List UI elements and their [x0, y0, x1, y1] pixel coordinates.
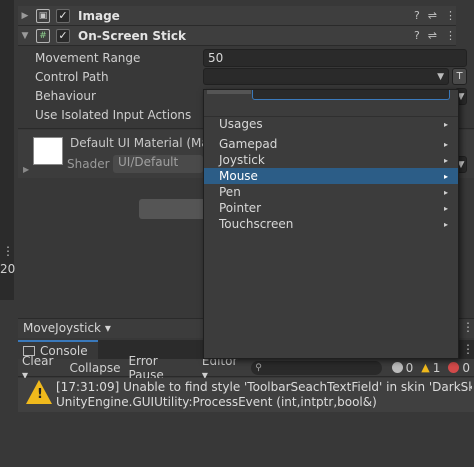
console-search-field[interactable]: ⚲ — [251, 360, 382, 375]
popup-item-label: Joystick — [219, 153, 265, 167]
foldout-arrow-icon[interactable]: ▶ — [18, 11, 32, 21]
shader-dropdown[interactable]: UI/Default — [113, 155, 203, 173]
popup-item-mouse[interactable]: Mouse ▸ — [204, 168, 458, 184]
popup-item-label: Usages — [219, 117, 263, 131]
popup-item-joystick[interactable]: Joystick ▸ — [204, 152, 458, 168]
movement-range-label: Movement Range — [35, 51, 141, 65]
text-mode-button[interactable]: T — [452, 68, 467, 85]
popup-search-field[interactable] — [252, 90, 450, 100]
stick-enabled-checkbox[interactable]: ✓ — [56, 28, 70, 43]
stick-component-title: On-Screen Stick — [78, 28, 186, 43]
warning-icon-mark: ! — [37, 387, 43, 402]
more-menu-icon[interactable]: ⋮ — [445, 9, 456, 22]
material-foldout-icon[interactable]: ▶ — [23, 165, 29, 174]
submenu-arrow-icon: ▸ — [443, 219, 448, 229]
popup-item-gamepad[interactable]: Gamepad ▸ — [204, 136, 458, 152]
log-count: 0 — [405, 360, 414, 375]
console-toolbar: Clear ▾ Collapse Error Pause Editor ▾ ⚲ … — [18, 354, 474, 382]
image-component-header[interactable]: ▶ ▣ ✓ Image ? ⇌ ⋮ — [18, 6, 456, 26]
popup-item-touchscreen[interactable]: Touchscreen ▸ — [204, 216, 458, 232]
error-icon — [448, 362, 460, 373]
bar-more-icon[interactable]: ⋮ — [462, 320, 474, 334]
search-icon: ⚲ — [255, 362, 262, 373]
help-icon[interactable]: ? — [414, 29, 420, 42]
more-menu-icon[interactable]: ⋮ — [445, 29, 456, 42]
popup-item-label: Pointer — [219, 201, 262, 215]
control-path-dropdown[interactable]: ▼ — [203, 68, 449, 85]
submenu-arrow-icon: ▸ — [443, 155, 448, 165]
popup-search-back — [207, 90, 251, 94]
warning-count-toggle[interactable]: ▲ 1 — [417, 359, 444, 377]
bar-more-icon-side[interactable]: ⋮ — [2, 244, 14, 258]
info-icon — [391, 362, 403, 373]
popup-item-label: Touchscreen — [219, 217, 294, 231]
popup-item-label: Gamepad — [219, 137, 278, 151]
image-component-title: Image — [78, 8, 120, 23]
material-name: Default UI Material (Ma — [70, 136, 209, 150]
add-component-button[interactable] — [139, 199, 209, 219]
popup-item-usages[interactable]: Usages ▸ — [204, 116, 458, 132]
presets-icon[interactable]: ⇌ — [428, 9, 437, 22]
dropdown-arrow-icon: ▼ — [437, 71, 444, 82]
log-count-toggle[interactable]: 0 — [388, 359, 418, 377]
console-message-line2: UnityEngine.GUIUtility:ProcessEvent (int… — [56, 395, 377, 409]
object-name-dropdown[interactable]: MoveJoystick ▾ — [23, 321, 111, 335]
clear-button[interactable]: Clear ▾ — [18, 354, 65, 382]
submenu-arrow-icon: ▸ — [443, 203, 448, 213]
editor-dropdown[interactable]: Editor ▾ — [198, 354, 249, 382]
help-icon[interactable]: ? — [414, 9, 420, 22]
image-component-icon: ▣ — [36, 8, 50, 23]
popup-item-label: Pen — [219, 185, 241, 199]
popup-item-pen[interactable]: Pen ▸ — [204, 184, 458, 200]
collapse-button[interactable]: Collapse — [65, 359, 124, 377]
submenu-arrow-icon: ▸ — [443, 171, 448, 181]
material-thumbnail[interactable] — [33, 137, 63, 165]
left-edge-number: 20 — [0, 262, 16, 276]
error-count: 0 — [462, 360, 470, 375]
control-path-label: Control Path — [35, 70, 109, 84]
error-pause-button[interactable]: Error Pause — [124, 354, 197, 382]
movement-range-field[interactable]: 50 — [203, 49, 467, 67]
shader-label: Shader — [67, 157, 110, 171]
console-more-icon[interactable]: ⋮ — [462, 342, 474, 356]
image-enabled-checkbox[interactable]: ✓ — [56, 8, 70, 23]
foldout-arrow-down-icon[interactable]: ▼ — [18, 31, 32, 41]
popup-item-pointer[interactable]: Pointer ▸ — [204, 200, 458, 216]
behaviour-label: Behaviour — [35, 89, 96, 103]
warning-count: 1 — [432, 360, 441, 375]
script-icon: # — [36, 28, 50, 43]
console-message-line1: [17:31:09] Unable to find style 'Toolbar… — [56, 380, 472, 394]
submenu-arrow-icon: ▸ — [443, 187, 448, 197]
submenu-arrow-icon: ▸ — [443, 119, 448, 129]
submenu-arrow-icon: ▸ — [443, 139, 448, 149]
control-path-popup: Usages ▸ Gamepad ▸ Joystick ▸ Mouse ▸ Pe… — [203, 89, 459, 359]
stick-component-header[interactable]: ▼ # ✓ On-Screen Stick ? ⇌ ⋮ — [18, 26, 456, 46]
presets-icon[interactable]: ⇌ — [428, 29, 437, 42]
popup-item-label: Mouse — [219, 169, 258, 183]
error-count-toggle[interactable]: 0 — [444, 359, 474, 377]
warning-small-icon: ▲ — [421, 361, 430, 374]
isolated-actions-label: Use Isolated Input Actions — [35, 108, 192, 122]
